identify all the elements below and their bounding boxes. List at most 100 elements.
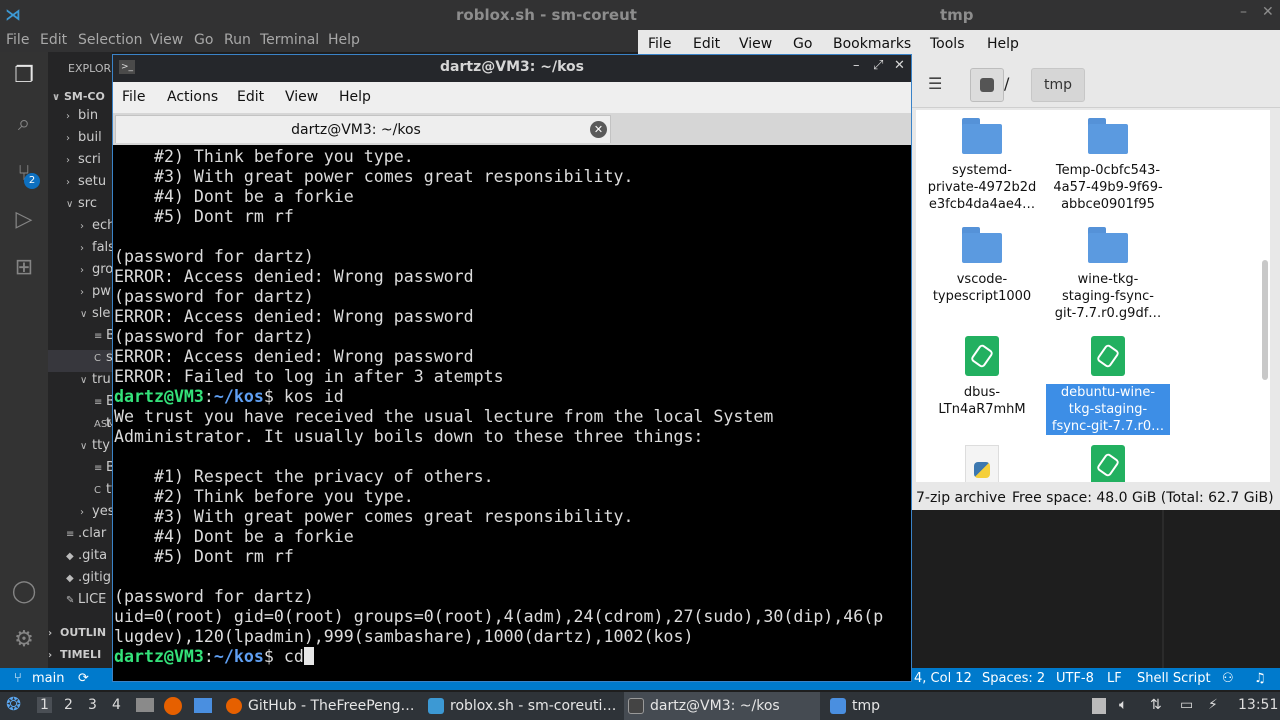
fm-item[interactable]: dbus- LTn4aR7mhM bbox=[920, 336, 1044, 418]
fm-item[interactable]: systemd-private-4972b2d e3fcb4da4ae4… bbox=[920, 118, 1044, 213]
fm-close-icon[interactable]: ✕ bbox=[1262, 4, 1274, 20]
path-root[interactable]: / bbox=[1004, 74, 1009, 93]
task-vscode[interactable]: roblox.sh - sm-coreuti… bbox=[424, 692, 620, 720]
start-menu-icon[interactable]: ❂ bbox=[6, 694, 21, 715]
display-tray-icon[interactable]: ▭ bbox=[1180, 697, 1193, 713]
account-icon[interactable]: ◯ bbox=[10, 578, 38, 606]
network-tray-icon[interactable]: ⇅ bbox=[1150, 697, 1162, 713]
tree-item[interactable]: Csl bbox=[48, 350, 112, 372]
vs-menu-selection[interactable]: Selection bbox=[78, 32, 143, 48]
tree-item[interactable]: ∨ src bbox=[48, 196, 112, 218]
desktop-launcher-icon[interactable] bbox=[194, 698, 212, 713]
fm-menu-edit[interactable]: Edit bbox=[693, 36, 720, 52]
fm-menu-help[interactable]: Help bbox=[987, 36, 1019, 52]
clock[interactable]: 13:51 bbox=[1238, 697, 1278, 713]
tree-item[interactable]: › pw bbox=[48, 284, 112, 306]
fm-item[interactable]: wine-tkg-staging-fsync-git-7.7.r0.g9df… bbox=[1046, 227, 1170, 322]
workspace-1[interactable]: 1 bbox=[37, 697, 52, 713]
close-icon[interactable]: ✕ bbox=[894, 58, 905, 73]
tree-item[interactable]: ✎ LICE bbox=[48, 592, 112, 614]
tree-item[interactable]: ∨ tru bbox=[48, 372, 112, 394]
vs-menu-terminal[interactable]: Terminal bbox=[260, 32, 319, 48]
editor-area[interactable] bbox=[914, 510, 1280, 668]
fm-menu-go[interactable]: Go bbox=[793, 36, 812, 52]
task-firefox[interactable]: GitHub - TheFreePeng… bbox=[222, 692, 418, 720]
file-manager-launcher-icon[interactable] bbox=[136, 698, 154, 712]
minimize-icon[interactable]: – bbox=[853, 58, 860, 73]
manage-gear-icon[interactable]: ⚙ bbox=[10, 626, 38, 654]
tree-item[interactable]: › scri bbox=[48, 152, 112, 174]
sync-icon[interactable]: ⟳ bbox=[78, 671, 89, 686]
term-menu-help[interactable]: Help bbox=[339, 89, 371, 105]
outline-section[interactable]: › OUTLIN bbox=[48, 626, 106, 648]
status-spaces[interactable]: Spaces: 2 bbox=[982, 671, 1045, 686]
term-menu-view[interactable]: View bbox=[285, 89, 318, 105]
vs-menu-view[interactable]: View bbox=[150, 32, 183, 48]
fm-menu-file[interactable]: File bbox=[648, 36, 671, 52]
term-menu-actions[interactable]: Actions bbox=[167, 89, 218, 105]
feedback-icon[interactable]: ⚇ bbox=[1222, 671, 1234, 686]
tree-item[interactable]: ∨ SM-CO bbox=[48, 86, 112, 108]
timeline-section[interactable]: › TIMELI bbox=[48, 648, 101, 668]
terminal-tab[interactable]: dartz@VM3: ~/kos ✕ bbox=[115, 115, 611, 143]
term-menu-edit[interactable]: Edit bbox=[237, 89, 264, 105]
explorer-icon[interactable]: ❐ bbox=[10, 62, 38, 90]
status-position[interactable]: 4, Col 12 bbox=[914, 671, 972, 686]
tree-item[interactable]: › bin bbox=[48, 108, 112, 130]
tree-item[interactable]: ASMtr bbox=[48, 416, 112, 438]
term-menu-file[interactable]: File bbox=[122, 89, 145, 105]
root-location-button[interactable] bbox=[970, 68, 1004, 102]
tree-item[interactable]: › setu bbox=[48, 174, 112, 196]
firefox-launcher-icon[interactable] bbox=[164, 697, 182, 715]
path-crumb-tmp[interactable]: tmp bbox=[1031, 68, 1085, 102]
tree-item[interactable]: ≡ .clar bbox=[48, 526, 112, 548]
status-language[interactable]: Shell Script bbox=[1137, 671, 1211, 686]
status-eol[interactable]: LF bbox=[1107, 671, 1122, 686]
fm-item[interactable] bbox=[1046, 445, 1170, 482]
vs-menu-edit[interactable]: Edit bbox=[40, 32, 67, 48]
tree-item[interactable]: ∨ sle bbox=[48, 306, 112, 328]
vs-menu-run[interactable]: Run bbox=[224, 32, 251, 48]
git-branch[interactable]: main bbox=[32, 671, 64, 686]
task-file-manager[interactable]: tmp bbox=[826, 692, 1022, 720]
workspace-2[interactable]: 2 bbox=[64, 697, 73, 713]
fm-item[interactable]: debuntu-wine-tkg-staging-fsync-git-7.7.r… bbox=[1046, 336, 1170, 435]
tree-item[interactable]: Ctty bbox=[48, 482, 112, 504]
tree-item[interactable]: › fals bbox=[48, 240, 112, 262]
clipboard-tray-icon[interactable] bbox=[1092, 698, 1106, 714]
vs-menu-help[interactable]: Help bbox=[328, 32, 360, 48]
tree-item[interactable]: ◆ .gita bbox=[48, 548, 112, 570]
task-terminal[interactable]: dartz@VM3: ~/kos bbox=[624, 692, 820, 720]
fm-menu-tools[interactable]: Tools bbox=[930, 36, 965, 52]
fm-menu-bookmarks[interactable]: Bookmarks bbox=[833, 36, 911, 52]
tree-item[interactable]: › ech bbox=[48, 218, 112, 240]
tree-item[interactable]: ≡Bu bbox=[48, 394, 112, 416]
fm-menu-view[interactable]: View bbox=[739, 36, 772, 52]
tree-item[interactable]: ≡Bu bbox=[48, 460, 112, 482]
search-icon[interactable]: ⌕ bbox=[10, 110, 38, 138]
list-view-icon[interactable]: ☰ bbox=[928, 74, 942, 93]
run-debug-icon[interactable]: ▷ bbox=[10, 206, 38, 234]
maximize-icon[interactable]: ⤢ bbox=[873, 58, 883, 73]
tree-item[interactable]: › gro bbox=[48, 262, 112, 284]
tab-close-icon[interactable]: ✕ bbox=[590, 121, 607, 138]
power-tray-icon[interactable]: ⚡︎ bbox=[1208, 697, 1218, 713]
tree-item[interactable]: › buil bbox=[48, 130, 112, 152]
fm-item[interactable]: vscode-typescript1000 bbox=[920, 227, 1044, 305]
workspace-3[interactable]: 3 bbox=[88, 697, 97, 713]
workspace-4[interactable]: 4 bbox=[112, 697, 121, 713]
tree-item[interactable]: › yes bbox=[48, 504, 112, 526]
tree-item[interactable]: ◆ .gitig bbox=[48, 570, 112, 592]
tree-item[interactable]: ∨ tty bbox=[48, 438, 112, 460]
fm-item[interactable]: Temp-0cbfc543- 4a57-49b9-9f69- abbce0901f9… bbox=[1046, 118, 1170, 213]
fm-icon-view[interactable]: systemd-private-4972b2d e3fcb4da4ae4… Temp… bbox=[916, 110, 1270, 482]
fm-scrollbar[interactable] bbox=[1262, 260, 1268, 380]
terminal-output[interactable]: #2) Think before you type. #3) With grea… bbox=[114, 147, 910, 681]
fm-minimize-icon[interactable]: – bbox=[1240, 4, 1247, 20]
vs-menu-file[interactable]: File bbox=[6, 32, 29, 48]
fm-item[interactable] bbox=[920, 445, 1044, 482]
tree-item[interactable]: ≡Bu bbox=[48, 328, 112, 350]
vs-menu-go[interactable]: Go bbox=[194, 32, 213, 48]
bell-icon[interactable]: ♫ bbox=[1254, 671, 1266, 686]
extensions-icon[interactable]: ⊞ bbox=[10, 254, 38, 282]
